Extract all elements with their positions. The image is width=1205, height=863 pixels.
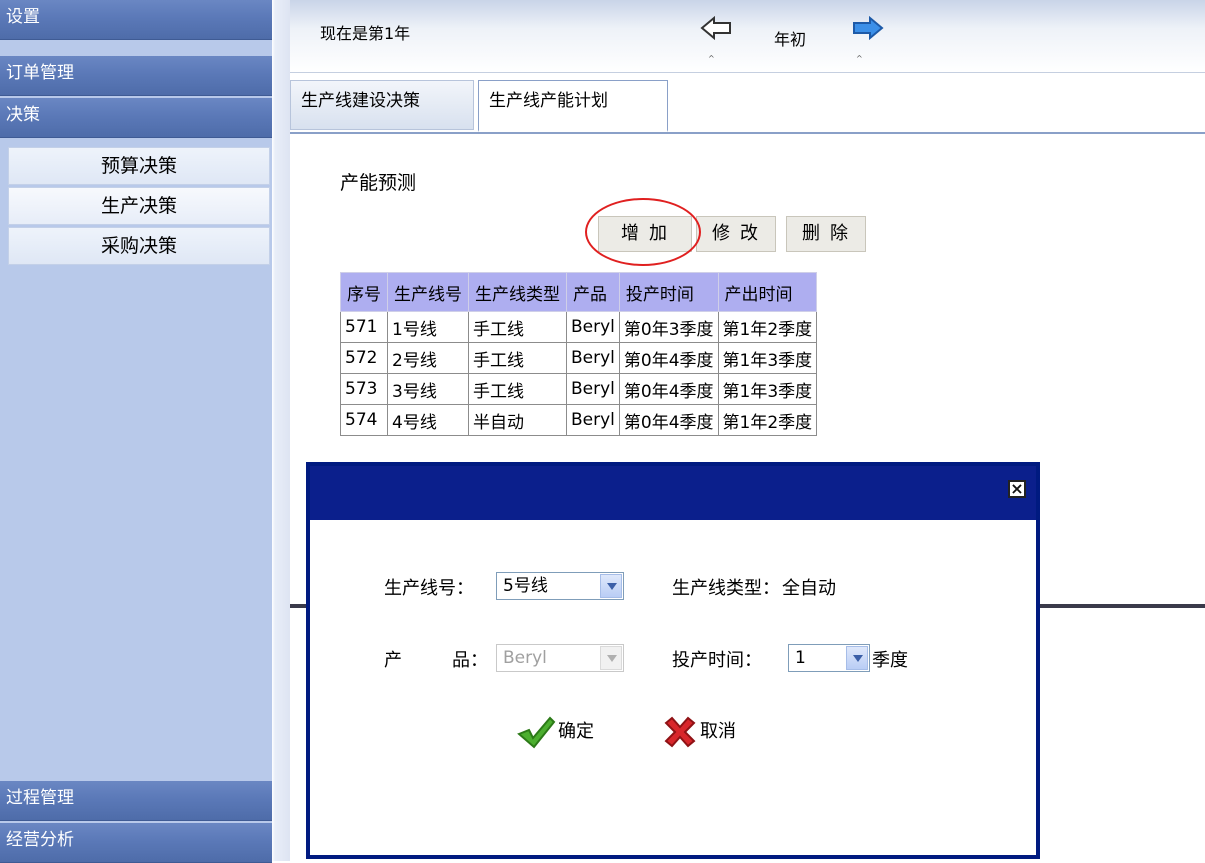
sidebar-section-label: 过程管理 (6, 788, 74, 808)
cancel-button[interactable]: 取消 (662, 712, 736, 752)
section-title: 产能预测 (340, 172, 417, 194)
col-header: 产出时间 (717, 272, 818, 312)
table-cell: 手工线 (468, 373, 567, 405)
table-cell: 3号线 (387, 373, 469, 405)
top-bar: 现在是第1年 ^ 年初 ^ (290, 0, 1205, 73)
year-phase-text: 年初 (774, 30, 807, 49)
table-cell: 第1年3季度 (717, 342, 818, 374)
sidebar-section-label: 决策 (6, 105, 40, 125)
back-arrow-icon[interactable] (700, 15, 734, 44)
sidebar: 设置 订单管理 决策 预算决策 生产决策 采购决策 过程管理 经营分析 (0, 0, 290, 863)
sidebar-splitter[interactable] (272, 0, 290, 861)
table-cell: 4号线 (387, 404, 469, 436)
forward-arrow-icon[interactable] (850, 15, 884, 44)
chevron-down-icon (600, 646, 622, 670)
dialog-titlebar[interactable]: × (310, 466, 1036, 520)
table-cell: Beryl (566, 404, 620, 436)
table-cell: 第1年2季度 (717, 311, 818, 343)
table-row[interactable]: 574 4号线 半自动 Beryl 第0年4季度 第1年2季度 (340, 404, 818, 436)
product-value: Beryl (503, 648, 547, 668)
delete-button[interactable]: 删除 (786, 216, 866, 252)
line-number-value: 5号线 (503, 576, 548, 596)
confirm-label: 确定 (558, 721, 594, 742)
cancel-label: 取消 (700, 721, 736, 742)
sidebar-section-process[interactable]: 过程管理 (0, 781, 272, 821)
table-cell: Beryl (566, 342, 620, 374)
start-quarter-select[interactable]: 1 (788, 644, 870, 672)
tab-capacity-plan[interactable]: 生产线产能计划 (478, 80, 668, 132)
cross-icon (664, 716, 696, 748)
table-cell: 第0年4季度 (618, 404, 719, 436)
table-cell: 2号线 (387, 342, 469, 374)
table-cell: 第0年4季度 (618, 342, 719, 374)
confirm-button[interactable]: 确定 (516, 712, 594, 752)
edit-button[interactable]: 修改 (696, 216, 776, 252)
line-number-label: 生产线号： (384, 578, 474, 599)
start-unit-label: 季度 (872, 650, 908, 671)
table-row[interactable]: 572 2号线 手工线 Beryl 第0年4季度 第1年3季度 (340, 342, 818, 374)
col-header: 序号 (340, 272, 388, 312)
chevron-down-icon[interactable] (600, 574, 622, 598)
sidebar-section-label: 订单管理 (6, 63, 74, 83)
marker-icon: ^ (708, 54, 715, 63)
tab-line-construction[interactable]: 生产线建设决策 (290, 80, 474, 130)
current-year-text: 现在是第1年 (320, 24, 411, 43)
table-cell: 第0年3季度 (618, 311, 719, 343)
sidebar-item-budget[interactable]: 预算决策 (8, 147, 270, 185)
table-cell: Beryl (566, 373, 620, 405)
col-header: 投产时间 (618, 272, 719, 312)
table-cell: 1号线 (387, 311, 469, 343)
table-cell: 第1年2季度 (717, 404, 818, 436)
sidebar-section-label: 经营分析 (6, 830, 74, 850)
col-header: 生产线号 (387, 272, 469, 312)
sidebar-decision-items: 预算决策 生产决策 采购决策 (8, 147, 270, 267)
sidebar-section-settings[interactable]: 设置 (0, 0, 272, 40)
start-quarter-value: 1 (795, 648, 806, 668)
sidebar-item-production[interactable]: 生产决策 (8, 187, 270, 225)
table-cell: Beryl (566, 311, 620, 343)
col-header: 生产线类型 (468, 272, 567, 312)
table-cell: 手工线 (468, 342, 567, 374)
add-line-dialog: × 生产线号： 5号线 生产线类型： 全自动 产 品： Beryl 投产时间： … (306, 462, 1040, 859)
table-cell: 手工线 (468, 311, 567, 343)
product-label-part: 产 (384, 650, 402, 671)
table-cell: 第1年3季度 (717, 373, 818, 405)
table-header-row: 序号 生产线号 生产线类型 产品 投产时间 产出时间 (340, 272, 818, 312)
line-type-label: 生产线类型： (672, 578, 780, 599)
table-cell: 574 (340, 404, 388, 436)
line-type-value: 全自动 (782, 578, 836, 599)
checkmark-icon (517, 716, 556, 749)
product-label-part: 品： (452, 650, 488, 671)
sidebar-section-decision[interactable]: 决策 (0, 98, 272, 138)
table-row[interactable]: 571 1号线 手工线 Beryl 第0年3季度 第1年2季度 (340, 311, 818, 343)
chevron-down-icon[interactable] (846, 646, 868, 670)
sidebar-item-purchase[interactable]: 采购决策 (8, 227, 270, 265)
table-cell: 半自动 (468, 404, 567, 436)
sidebar-section-analysis[interactable]: 经营分析 (0, 823, 272, 863)
tab-bar: 生产线建设决策 生产线产能计划 (290, 74, 1205, 134)
product-select: Beryl (496, 644, 624, 672)
table-row[interactable]: 573 3号线 手工线 Beryl 第0年4季度 第1年3季度 (340, 373, 818, 405)
sidebar-section-label: 设置 (6, 7, 40, 27)
highlight-circle (585, 198, 701, 266)
capacity-table: 序号 生产线号 生产线类型 产品 投产时间 产出时间 571 1号线 手工线 B… (340, 272, 818, 436)
table-cell: 573 (340, 373, 388, 405)
table-cell: 第0年4季度 (618, 373, 719, 405)
marker-icon: ^ (856, 54, 863, 63)
close-icon[interactable]: × (1008, 480, 1026, 498)
start-time-label: 投产时间： (672, 650, 762, 671)
table-cell: 571 (340, 311, 388, 343)
line-number-select[interactable]: 5号线 (496, 572, 624, 600)
table-cell: 572 (340, 342, 388, 374)
col-header: 产品 (566, 272, 620, 312)
sidebar-section-orders[interactable]: 订单管理 (0, 56, 272, 96)
